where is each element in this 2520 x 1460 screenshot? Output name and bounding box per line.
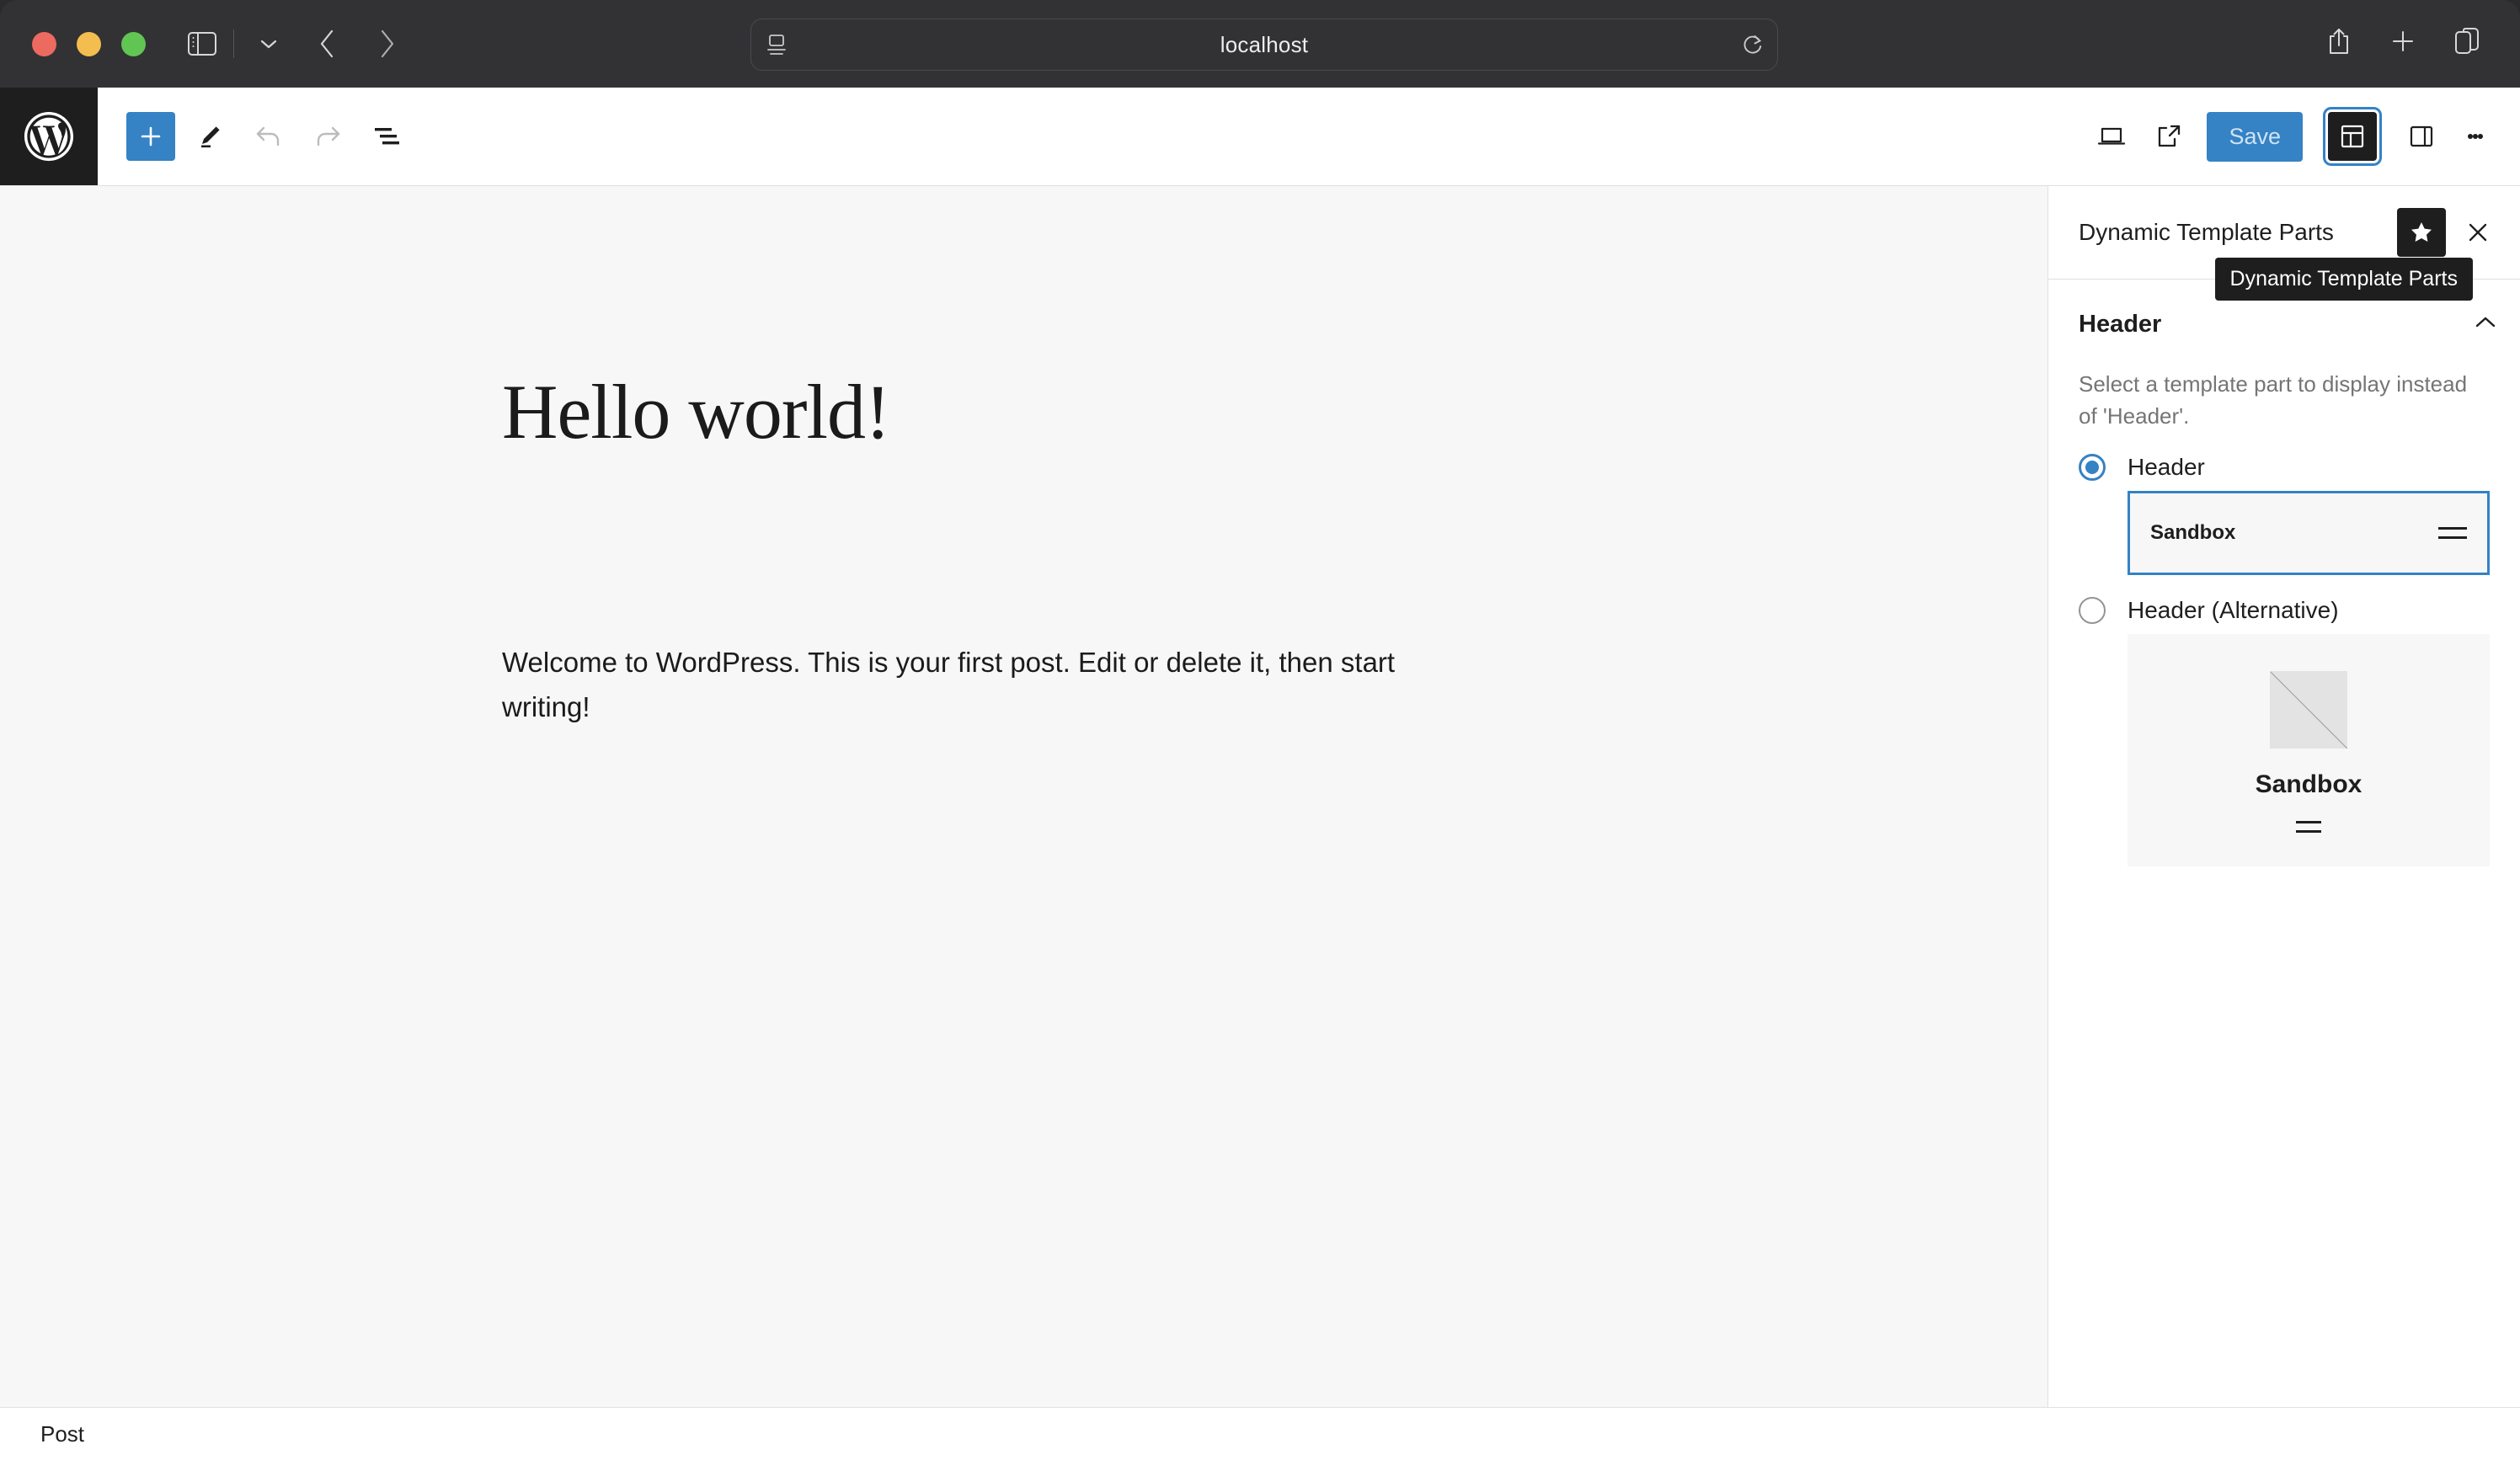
- template-part-option-header[interactable]: Header: [2079, 454, 2490, 482]
- template-part-preview-header-alternative[interactable]: Sandbox: [2128, 634, 2490, 867]
- editor-canvas[interactable]: Hello world! Welcome to WordPress. This …: [0, 186, 2048, 1408]
- wordpress-editor: Hello world! ⌘K Save: [0, 88, 2520, 1460]
- close-panel-icon[interactable]: [2454, 209, 2501, 256]
- reload-icon[interactable]: [1742, 33, 1764, 56]
- list-view-button[interactable]: [362, 112, 411, 161]
- template-part-preview-header[interactable]: Sandbox: [2128, 491, 2490, 576]
- post-title[interactable]: Hello world!: [502, 373, 891, 450]
- minimize-window-button[interactable]: [77, 31, 101, 56]
- close-window-button[interactable]: [32, 31, 56, 56]
- save-button[interactable]: Save: [2207, 111, 2303, 162]
- device-preview-icon[interactable]: [2087, 112, 2136, 161]
- editor-tools: [126, 112, 411, 161]
- tab-overview-icon[interactable]: [2444, 19, 2490, 64]
- radio-header-alternative-label: Header (Alternative): [2128, 597, 2339, 624]
- share-icon[interactable]: [2316, 19, 2362, 64]
- new-tab-plus-icon[interactable]: [2380, 19, 2426, 64]
- browser-toolbar: localhost: [0, 0, 2520, 88]
- radio-header[interactable]: [2079, 454, 2106, 482]
- wordpress-logo-icon[interactable]: [0, 88, 98, 185]
- breadcrumb[interactable]: Post: [40, 1421, 84, 1447]
- address-bar[interactable]: localhost: [750, 19, 1778, 71]
- header-section-title: Header: [2079, 310, 2162, 338]
- image-placeholder-icon: [2270, 671, 2347, 749]
- undo-button[interactable]: [244, 112, 293, 161]
- more-options-kebab-icon[interactable]: [2454, 112, 2496, 161]
- preview-site-title: Sandbox: [2255, 770, 2362, 799]
- editor-actions: Save: [2087, 88, 2496, 185]
- maximize-window-button[interactable]: [121, 31, 146, 56]
- radio-header-alternative[interactable]: [2079, 597, 2106, 625]
- pin-star-icon[interactable]: [2397, 208, 2446, 257]
- editor-toolbar: Hello world! ⌘K Save: [0, 88, 2520, 248]
- redo-button[interactable]: [303, 112, 352, 161]
- dynamic-template-parts-panel: Dynamic Template Parts Header Select a t…: [2048, 186, 2520, 1408]
- forward-arrow-icon[interactable]: [364, 21, 409, 67]
- template-part-option-header-alternative[interactable]: Header (Alternative): [2079, 597, 2490, 625]
- view-site-external-link-icon[interactable]: [2144, 112, 2193, 161]
- kebab-dot: [2478, 134, 2483, 139]
- window-controls: [32, 31, 146, 56]
- menu-lines-icon: [2438, 527, 2467, 540]
- add-block-button[interactable]: [126, 112, 175, 161]
- menu-lines-icon: [2296, 821, 2321, 834]
- radio-header-label: Header: [2128, 454, 2205, 481]
- back-arrow-icon[interactable]: [305, 21, 350, 67]
- toolbar-divider: [233, 29, 234, 58]
- post-paragraph[interactable]: Welcome to WordPress. This is your first…: [502, 641, 1487, 730]
- preview-site-title: Sandbox: [2150, 521, 2236, 545]
- page-settings-icon[interactable]: [766, 34, 787, 56]
- chevron-down-icon[interactable]: [246, 21, 291, 67]
- browser-actions: [2316, 19, 2490, 64]
- panel-description: Select a template part to display instea…: [2079, 371, 2468, 429]
- settings-sidebar-icon[interactable]: [2397, 112, 2446, 161]
- sidebar-toggle-icon[interactable]: [179, 21, 225, 67]
- dynamic-template-parts-button[interactable]: [2328, 112, 2377, 161]
- chevron-up-icon[interactable]: [2475, 316, 2496, 333]
- status-bar: Post: [0, 1407, 2520, 1460]
- tooltip: Dynamic Template Parts: [2214, 258, 2473, 301]
- edit-tool-pencil-icon[interactable]: [185, 112, 234, 161]
- header-section-body: Select a template part to display instea…: [2048, 369, 2520, 867]
- panel-title: Dynamic Template Parts: [2079, 219, 2334, 245]
- browser-window: localhost Save Dynamic Template Parts He…: [0, 0, 2520, 1460]
- url-text: localhost: [1220, 31, 1309, 57]
